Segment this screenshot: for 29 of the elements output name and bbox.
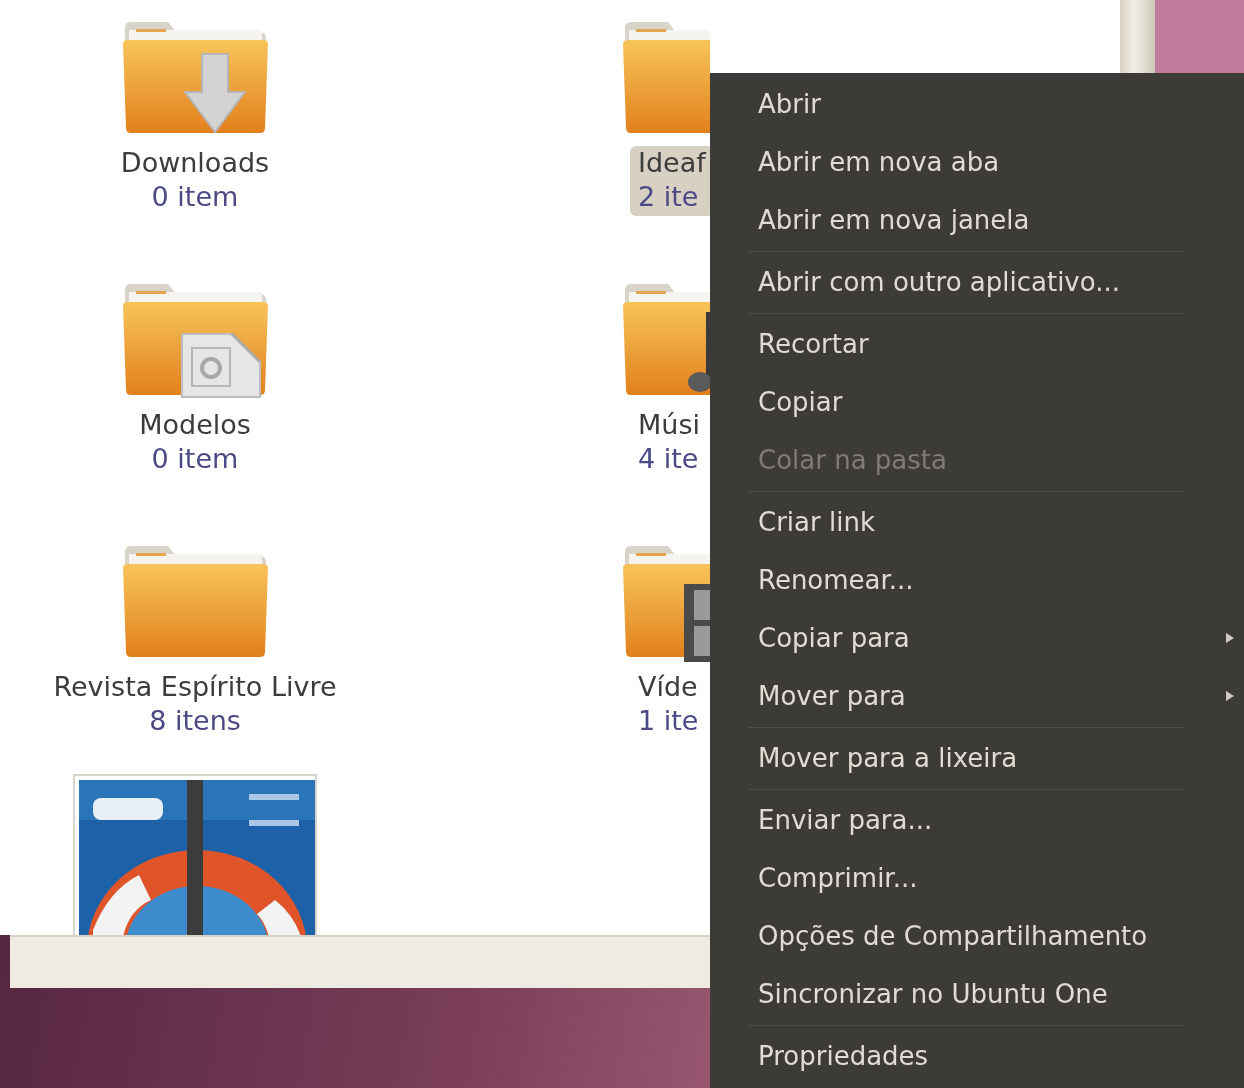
submenu-arrow-icon (1226, 633, 1234, 643)
submenu-arrow-icon (1226, 691, 1234, 701)
folder-name: Revista Espírito Livre (53, 670, 337, 704)
selection-highlight[interactable]: Modelos 0 item (131, 408, 259, 478)
menu-item[interactable]: Enviar para... (710, 791, 1244, 849)
folder-name: Modelos (139, 408, 251, 442)
item-count: 4 ite (638, 442, 699, 476)
menu-item[interactable]: Abrir (710, 75, 1244, 133)
selection-highlight[interactable]: Revista Espírito Livre 8 itens (45, 670, 345, 740)
selection-highlight[interactable]: Víde 1 ite (630, 670, 707, 740)
menu-item[interactable]: Comprimir... (710, 849, 1244, 907)
menu-item[interactable]: Recortar (710, 315, 1244, 373)
menu-item[interactable]: Propriedades (710, 1027, 1244, 1085)
selection-highlight[interactable]: Músi 4 ite (630, 408, 708, 478)
item-count: 0 item (151, 442, 239, 476)
folder-name: Ideaf (638, 146, 706, 180)
selection-highlight[interactable]: Downloads 0 item (112, 146, 278, 216)
menu-item[interactable]: Criar link (710, 493, 1244, 551)
menu-item[interactable]: Opções de Compartilhamento (710, 907, 1244, 965)
menu-item[interactable]: Renomear... (710, 551, 1244, 609)
folder-name: Músi (638, 408, 700, 442)
menu-item[interactable]: Copiar para (710, 609, 1244, 667)
menu-item[interactable]: Copiar (710, 373, 1244, 431)
folder-name: Downloads (120, 146, 270, 180)
item-count: 2 ite (638, 180, 699, 214)
item-count: 8 itens (149, 704, 241, 738)
folder-name: Víde (638, 670, 698, 704)
item-count: 0 item (151, 180, 239, 214)
item-count: 1 ite (638, 704, 699, 738)
